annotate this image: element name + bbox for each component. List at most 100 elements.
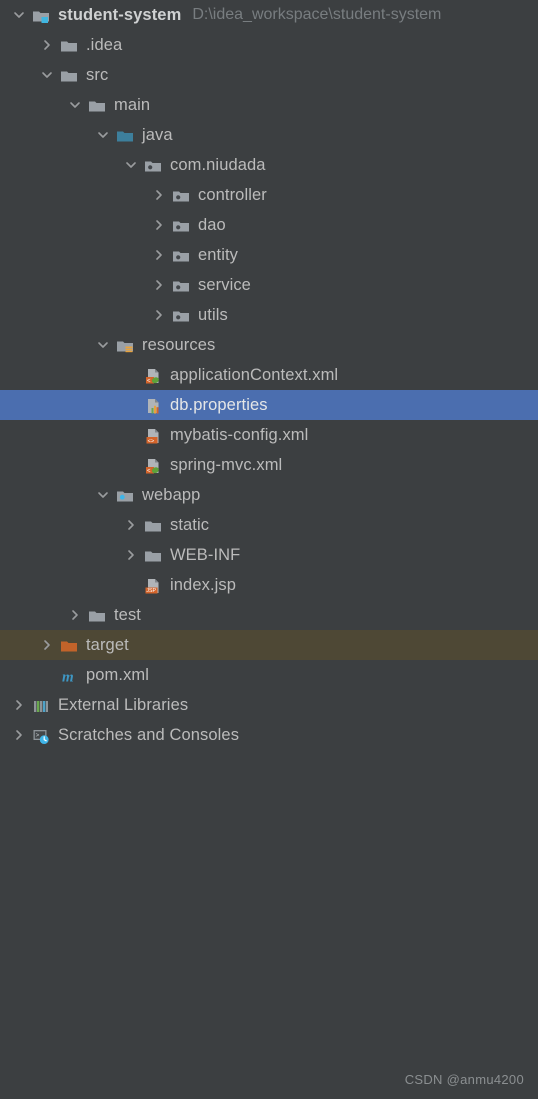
chevron-right-icon[interactable] bbox=[148, 270, 170, 300]
tree-row-label: External Libraries bbox=[58, 695, 189, 714]
tree-row-label: com.niudada bbox=[170, 155, 266, 174]
xml-file-icon: <> bbox=[142, 420, 164, 450]
chevron-right-icon[interactable] bbox=[120, 510, 142, 540]
tree-row-label: test bbox=[114, 605, 141, 624]
tree-row[interactable]: test bbox=[0, 600, 538, 630]
tree-row-label: Scratches and Consoles bbox=[58, 725, 240, 744]
chevron-right-icon[interactable] bbox=[148, 180, 170, 210]
tree-row[interactable]: db.properties bbox=[0, 390, 538, 420]
tree-row[interactable]: resources bbox=[0, 330, 538, 360]
package-icon bbox=[170, 270, 192, 300]
tree-row-label: dao bbox=[198, 215, 226, 234]
jsp-file-icon: JSP bbox=[142, 570, 164, 600]
svg-text:<: < bbox=[147, 468, 151, 474]
project-path-label: D:\idea_workspace\student-system bbox=[192, 6, 442, 23]
tree-row-label: static bbox=[170, 515, 210, 534]
tree-row[interactable]: controller bbox=[0, 180, 538, 210]
tree-row-label: utils bbox=[198, 305, 228, 324]
tree-row[interactable]: entity bbox=[0, 240, 538, 270]
chevron-right-icon[interactable] bbox=[120, 540, 142, 570]
tree-row[interactable]: .idea bbox=[0, 30, 538, 60]
chevron-right-icon[interactable] bbox=[8, 720, 30, 750]
chevron-down-icon[interactable] bbox=[8, 0, 30, 30]
tree-row[interactable]: src bbox=[0, 60, 538, 90]
tree-row-label: index.jsp bbox=[170, 575, 237, 594]
chevron-right-icon[interactable] bbox=[36, 630, 58, 660]
chevron-right-icon[interactable] bbox=[64, 600, 86, 630]
chevron-down-icon[interactable] bbox=[120, 150, 142, 180]
spring-xml-icon: < bbox=[142, 360, 164, 390]
tree-row[interactable]: com.niudada bbox=[0, 150, 538, 180]
folder-icon bbox=[142, 510, 164, 540]
tree-row-label: webapp bbox=[142, 485, 201, 504]
tree-row-label: controller bbox=[198, 185, 267, 204]
svg-text:JSP: JSP bbox=[146, 588, 156, 594]
folder-icon bbox=[58, 30, 80, 60]
tree-row[interactable]: > Scratches and Consoles bbox=[0, 720, 538, 750]
chevron-right-icon[interactable] bbox=[148, 300, 170, 330]
tree-row-label: mybatis-config.xml bbox=[170, 425, 309, 444]
tree-row[interactable]: External Libraries bbox=[0, 690, 538, 720]
tree-row[interactable]: main bbox=[0, 90, 538, 120]
tree-row[interactable]: service bbox=[0, 270, 538, 300]
tree-row-label: .idea bbox=[86, 35, 123, 54]
tree-row[interactable]: dao bbox=[0, 210, 538, 240]
chevron-down-icon[interactable] bbox=[92, 480, 114, 510]
chevron-right-icon[interactable] bbox=[148, 240, 170, 270]
tree-row-label: spring-mvc.xml bbox=[170, 455, 283, 474]
excluded-folder-icon bbox=[58, 630, 80, 660]
maven-icon: m bbox=[58, 660, 80, 690]
package-icon bbox=[170, 180, 192, 210]
tree-row[interactable]: static bbox=[0, 510, 538, 540]
package-icon bbox=[170, 300, 192, 330]
tree-row[interactable]: webapp bbox=[0, 480, 538, 510]
watermark-text: CSDN @anmu4200 bbox=[404, 1072, 524, 1087]
chevron-down-icon[interactable] bbox=[92, 120, 114, 150]
tree-row-label: student-system bbox=[58, 5, 182, 24]
svg-text:m: m bbox=[62, 670, 74, 686]
project-tree-panel: student-system D:\idea_workspace\student-… bbox=[0, 0, 538, 1099]
chevron-right-icon[interactable] bbox=[36, 30, 58, 60]
tree-row-label: applicationContext.xml bbox=[170, 365, 339, 384]
project-folder-icon bbox=[30, 0, 52, 30]
spring-xml-icon: < bbox=[142, 450, 164, 480]
tree-row[interactable]: JSP index.jsp bbox=[0, 570, 538, 600]
chevron-down-icon[interactable] bbox=[64, 90, 86, 120]
folder-icon bbox=[86, 90, 108, 120]
tree-row[interactable]: m pom.xml bbox=[0, 660, 538, 690]
library-icon bbox=[30, 690, 52, 720]
tree-row-label: main bbox=[114, 95, 151, 114]
tree-row-label: resources bbox=[142, 335, 216, 354]
svg-text:>: > bbox=[36, 732, 40, 739]
svg-text:<>: <> bbox=[148, 438, 155, 444]
folder-icon bbox=[142, 540, 164, 570]
source-root-icon bbox=[114, 120, 136, 150]
tree-row[interactable]: target bbox=[0, 630, 538, 660]
tree-row-label: WEB-INF bbox=[170, 545, 241, 564]
tree-row-label: target bbox=[86, 635, 129, 654]
package-icon bbox=[170, 240, 192, 270]
scratches-icon: > bbox=[30, 720, 52, 750]
tree-row[interactable]: java bbox=[0, 120, 538, 150]
folder-icon bbox=[58, 60, 80, 90]
tree-row[interactable]: < spring-mvc.xml bbox=[0, 450, 538, 480]
chevron-right-icon[interactable] bbox=[148, 210, 170, 240]
package-icon bbox=[142, 150, 164, 180]
resource-root-icon bbox=[114, 330, 136, 360]
tree-row[interactable]: WEB-INF bbox=[0, 540, 538, 570]
folder-icon bbox=[86, 600, 108, 630]
tree-row-label: service bbox=[198, 275, 251, 294]
chevron-down-icon[interactable] bbox=[36, 60, 58, 90]
tree-row-label: entity bbox=[198, 245, 239, 264]
tree-row-label: src bbox=[86, 65, 109, 84]
chevron-down-icon[interactable] bbox=[92, 330, 114, 360]
package-icon bbox=[170, 210, 192, 240]
tree-row-label: java bbox=[142, 125, 173, 144]
chevron-right-icon[interactable] bbox=[8, 690, 30, 720]
tree-row-label: pom.xml bbox=[86, 665, 150, 684]
tree-row[interactable]: student-system D:\idea_workspace\student-… bbox=[0, 0, 538, 30]
tree-row[interactable]: < applicationContext.xml bbox=[0, 360, 538, 390]
tree-row[interactable]: <> mybatis-config.xml bbox=[0, 420, 538, 450]
tree-row-label: db.properties bbox=[170, 395, 268, 414]
tree-row[interactable]: utils bbox=[0, 300, 538, 330]
